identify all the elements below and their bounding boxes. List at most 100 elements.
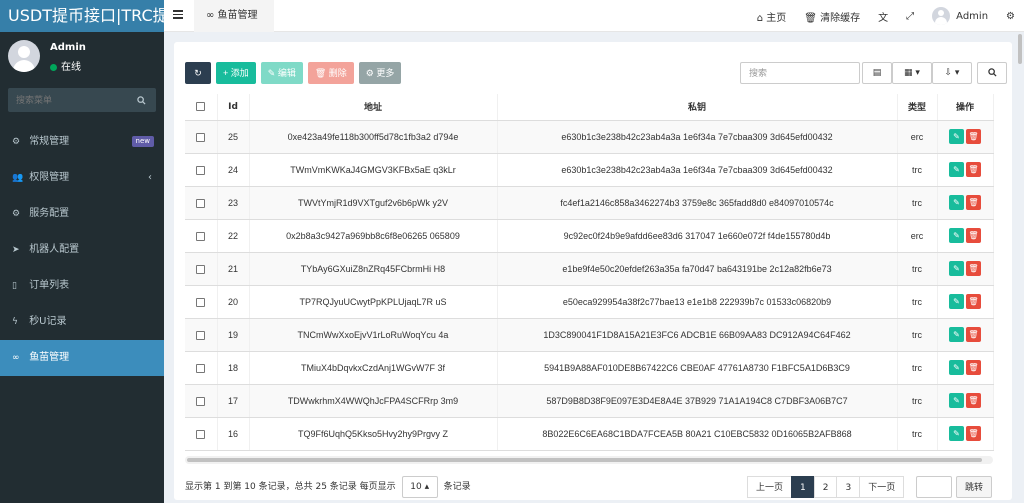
prev-page-button[interactable]: 上一页 xyxy=(747,476,793,498)
jump-page-input[interactable] xyxy=(916,476,952,498)
sidebar-item-fry-management[interactable]: ∞ 鱼苗管理 xyxy=(0,340,164,376)
checkbox[interactable] xyxy=(196,396,206,406)
row-delete-button[interactable]: 🗑 xyxy=(966,129,981,144)
edit-button[interactable]: ✎ 编辑 xyxy=(260,62,303,84)
row-delete-button[interactable]: 🗑 xyxy=(966,228,981,243)
row-checkbox-cell[interactable] xyxy=(185,417,218,451)
row-edit-button[interactable]: ✎ xyxy=(949,393,964,408)
checkbox[interactable] xyxy=(196,165,206,175)
table-row[interactable]: 21 TYbAy6GXuiZ8nZRq45FCbrmHi H8 e1be9f4e50… xyxy=(185,252,994,286)
table-row[interactable]: 17 TDWwkrhmX4WWQhJcFPA4SCFRrp 3m9 587D9B8D… xyxy=(185,384,994,418)
checkbox[interactable] xyxy=(196,363,206,373)
checkbox[interactable] xyxy=(196,297,206,307)
table-row[interactable]: 24 TWmVmKWKaJ4GMGV3KFBx5aE q3kLr e630b1c3e… xyxy=(185,153,994,187)
next-page-button[interactable]: 下一页 xyxy=(859,476,905,498)
row-edit-button[interactable]: ✎ xyxy=(949,360,964,375)
tab-fry-management[interactable]: ∞ 鱼苗管理 xyxy=(194,0,274,32)
horizontal-scrollbar[interactable] xyxy=(185,456,993,464)
scrollbar-thumb[interactable] xyxy=(187,458,982,462)
scrollbar-thumb[interactable] xyxy=(1018,34,1022,64)
menu-toggle-icon[interactable] xyxy=(173,10,183,19)
row-edit-button[interactable]: ✎ xyxy=(949,162,964,177)
cell-actions: ✎ 🗑 xyxy=(937,219,994,253)
row-edit-button[interactable]: ✎ xyxy=(949,327,964,342)
page-size-select[interactable]: 10 ▴ xyxy=(401,476,438,498)
row-checkbox-cell[interactable] xyxy=(185,153,218,187)
row-delete-button[interactable]: 🗑 xyxy=(966,393,981,408)
row-delete-button[interactable]: 🗑 xyxy=(966,261,981,276)
table-row[interactable]: 23 TWVtYmjR1d9VXTguf2v6b6pWk y2V fc4ef1a21… xyxy=(185,186,994,220)
new-badge: new xyxy=(131,136,154,147)
search-icon[interactable] xyxy=(137,95,146,108)
table-row[interactable]: 19 TNCmWwXxoEjvV1rLoRuWoqYcu 4a 1D3C890041… xyxy=(185,318,994,352)
settings-gear-icon[interactable]: ⚙ xyxy=(997,11,1024,22)
row-edit-button[interactable]: ✎ xyxy=(949,195,964,210)
row-edit-button[interactable]: ✎ xyxy=(949,261,964,276)
table-row[interactable]: 18 TMiuX4bDqvkxCzdAnj1WGvW7F 3f 5941B9A88A… xyxy=(185,351,994,385)
row-delete-button[interactable]: 🗑 xyxy=(966,162,981,177)
row-checkbox-cell[interactable] xyxy=(185,318,218,352)
row-checkbox-cell[interactable] xyxy=(185,120,218,154)
more-button[interactable]: ⚙ 更多 xyxy=(358,62,402,84)
toggle-view-button[interactable]: ▤ xyxy=(862,62,892,84)
row-delete-button[interactable]: 🗑 xyxy=(966,294,981,309)
column-header-type[interactable]: 类型 xyxy=(897,94,938,121)
cell-actions: ✎ 🗑 xyxy=(937,285,994,319)
checkbox[interactable] xyxy=(196,132,206,142)
column-header-address[interactable]: 地址 xyxy=(249,94,498,121)
fullscreen-icon[interactable]: ⤢ xyxy=(897,11,923,22)
sidebar-item-instant-u[interactable]: ϟ 秒U记录 xyxy=(0,304,164,340)
row-delete-button[interactable]: 🗑 xyxy=(966,195,981,210)
checkbox[interactable] xyxy=(196,264,206,274)
sidebar-item-general[interactable]: ⚙ 常规管理 new xyxy=(0,124,164,160)
checkbox[interactable] xyxy=(196,231,206,241)
sidebar-search-input[interactable] xyxy=(8,88,128,112)
row-delete-button[interactable]: 🗑 xyxy=(966,360,981,375)
cell-type: trc xyxy=(897,285,938,319)
columns-button[interactable]: ▦ ▾ xyxy=(892,62,932,84)
row-checkbox-cell[interactable] xyxy=(185,219,218,253)
row-checkbox-cell[interactable] xyxy=(185,285,218,319)
jump-button[interactable]: 跳转 xyxy=(956,476,992,498)
sidebar-item-service-config[interactable]: ⚙ 服务配置 xyxy=(0,196,164,232)
column-header-id[interactable]: Id xyxy=(217,94,250,121)
row-edit-button[interactable]: ✎ xyxy=(949,228,964,243)
sidebar-item-bot-config[interactable]: ➤ 机器人配置 xyxy=(0,232,164,268)
row-checkbox-cell[interactable] xyxy=(185,351,218,385)
row-edit-button[interactable]: ✎ xyxy=(949,294,964,309)
delete-button[interactable]: 🗑 删除 xyxy=(307,62,354,84)
checkbox[interactable] xyxy=(196,429,206,439)
table-search-input[interactable]: 搜索 xyxy=(740,62,860,84)
row-checkbox-cell[interactable] xyxy=(185,384,218,418)
clear-cache-link[interactable]: 🗑 清除缓存 xyxy=(795,9,869,24)
select-all-checkbox[interactable] xyxy=(185,94,218,121)
row-delete-button[interactable]: 🗑 xyxy=(966,426,981,441)
app-brand[interactable]: USDT提币接口|TRC提 xyxy=(0,0,164,32)
table-row[interactable]: 20 TP7RQJyuUCwytPpKPLUjaqL7R uS e50eca9299… xyxy=(185,285,994,319)
table-row[interactable]: 16 TQ9Ff6UqhQ5Kkso5Hvy2hy9Prgvy Z 8B022E6C… xyxy=(185,417,994,451)
checkbox[interactable] xyxy=(196,198,206,208)
row-checkbox-cell[interactable] xyxy=(185,252,218,286)
page-button-2[interactable]: 2 xyxy=(813,476,838,498)
refresh-button[interactable]: ↻ xyxy=(185,62,211,84)
row-edit-button[interactable]: ✎ xyxy=(949,129,964,144)
column-header-private-key[interactable]: 私钥 xyxy=(497,94,898,121)
search-button[interactable] xyxy=(977,62,1007,84)
row-delete-button[interactable]: 🗑 xyxy=(966,327,981,342)
row-checkbox-cell[interactable] xyxy=(185,186,218,220)
sidebar-item-orders[interactable]: ▯ 订单列表 xyxy=(0,268,164,304)
user-menu[interactable]: Admin xyxy=(923,7,997,25)
page-button-3[interactable]: 3 xyxy=(836,476,861,498)
export-button[interactable]: ⇩ ▾ xyxy=(932,62,972,84)
sidebar-item-permissions[interactable]: 👥 权限管理 ‹ xyxy=(0,160,164,196)
table-row[interactable]: 25 0xe423a49fe118b300ff5d78c1fb3a2 d794e e… xyxy=(185,120,994,154)
row-edit-button[interactable]: ✎ xyxy=(949,426,964,441)
checkbox[interactable] xyxy=(196,330,206,340)
add-button[interactable]: + 添加 xyxy=(216,62,256,84)
page-button-1[interactable]: 1 xyxy=(791,476,815,498)
table-row[interactable]: 22 0x2b8a3c9427a969bb8c6f8e06265 065809 9c… xyxy=(185,219,994,253)
home-link[interactable]: ⌂ 主页 xyxy=(748,9,796,24)
translate-icon[interactable]: 文 xyxy=(869,9,897,24)
checkbox[interactable] xyxy=(196,101,206,111)
page-vertical-scrollbar[interactable] xyxy=(1017,32,1023,503)
